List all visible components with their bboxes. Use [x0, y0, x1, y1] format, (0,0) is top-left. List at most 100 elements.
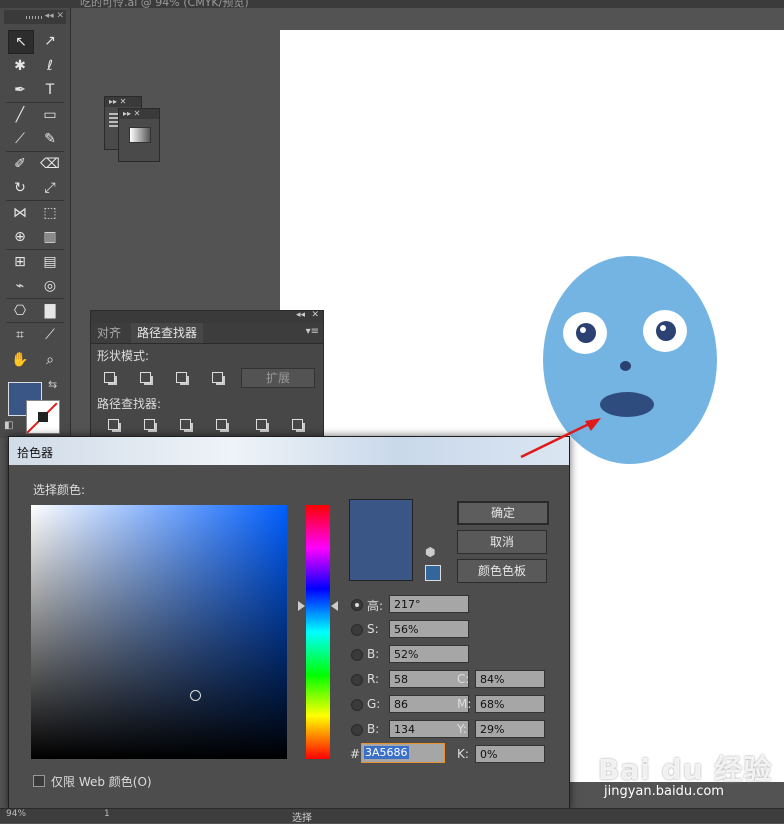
hex-value: 3A5686	[364, 746, 409, 759]
slice-tool-icon[interactable]: ⟋	[38, 324, 62, 346]
lasso-tool-icon[interactable]: ℓ	[38, 55, 62, 77]
hue-label: 高:	[367, 599, 384, 613]
tool-separator	[6, 322, 64, 323]
tool-separator	[6, 150, 64, 152]
selection-tool-icon[interactable]: ↖	[8, 30, 34, 54]
brightness-radio[interactable]	[351, 649, 363, 661]
yellow-input[interactable]: 29%	[475, 720, 545, 738]
saturation-radio[interactable]	[351, 624, 363, 636]
expand-button[interactable]: 扩展	[241, 368, 315, 388]
gradient-tool-icon[interactable]: ▤	[38, 251, 62, 273]
annotation-arrow-icon	[520, 418, 601, 459]
nose-shape[interactable]	[620, 361, 631, 371]
zoom-tool-icon[interactable]: ⌕	[38, 349, 62, 371]
green-radio[interactable]	[351, 699, 363, 711]
outline-button[interactable]	[251, 415, 271, 433]
panel-header[interactable]: ▸▸ ✕	[105, 97, 141, 107]
yellow-label: Y:	[457, 722, 467, 736]
direct-selection-tool-icon[interactable]: ↗	[38, 30, 62, 52]
pencil-tool-icon[interactable]: ✎	[38, 128, 62, 150]
minus-front-button[interactable]	[135, 368, 155, 386]
rotate-tool-icon[interactable]: ↻	[8, 177, 32, 199]
left-eye[interactable]	[563, 312, 607, 354]
divide-button[interactable]	[103, 415, 123, 433]
tool-separator	[6, 297, 64, 299]
web-safe-color-swatch[interactable]	[425, 565, 441, 581]
scale-tool-icon[interactable]: ⤢	[38, 177, 62, 199]
tab-align[interactable]: 对齐	[91, 323, 127, 343]
hue-arrow-left-icon[interactable]	[298, 601, 305, 611]
trim-button[interactable]	[139, 415, 159, 433]
red-radio[interactable]	[351, 674, 363, 686]
magenta-input[interactable]: 68%	[475, 695, 545, 713]
zoom-level[interactable]: 94%	[6, 809, 26, 819]
color-swatches-button[interactable]: 颜色色板	[457, 559, 547, 583]
cyan-input[interactable]: 84%	[475, 670, 545, 688]
mouth-shape[interactable]	[600, 392, 654, 417]
hue-arrow-right-icon[interactable]	[331, 601, 338, 611]
dialog-title-bar[interactable]: 拾色器	[9, 437, 569, 465]
default-colors-icon[interactable]: ◧	[4, 420, 13, 431]
paintbrush-tool-icon[interactable]: ⟋	[8, 128, 32, 150]
eyedropper-tool-icon[interactable]: ⌁	[8, 275, 32, 297]
toolbox-grip[interactable]: ◂◂ ✕	[4, 10, 66, 24]
web-colors-only-checkbox[interactable]	[33, 775, 45, 787]
cancel-button[interactable]: 取消	[457, 530, 547, 554]
saturation-brightness-field[interactable]	[31, 505, 287, 759]
panel-menu-icon[interactable]: ▾≡	[306, 326, 319, 337]
shape-builder-tool-icon[interactable]: ⊕	[8, 226, 32, 248]
eraser-tool-icon[interactable]: ⌫	[38, 153, 62, 175]
collapse-icon[interactable]: ◂◂ ✕	[45, 11, 64, 21]
symbol-sprayer-tool-icon[interactable]: ⎔	[8, 300, 32, 322]
black-input[interactable]: 0%	[475, 745, 545, 763]
hand-tool-icon[interactable]: ✋	[8, 349, 32, 371]
exclude-button[interactable]	[207, 368, 227, 386]
tab-pathfinder[interactable]: 路径查找器	[131, 323, 204, 343]
crop-button[interactable]	[211, 415, 231, 433]
status-bar: 94% 1 选择	[0, 808, 784, 824]
right-eye[interactable]	[643, 310, 687, 352]
blue-radio[interactable]	[351, 724, 363, 736]
color-picker-dialog: 拾色器 选择颜色: ⬢ 确定 取消 颜色色板 高: 217° S: 56% B:…	[8, 436, 570, 810]
brightness-input[interactable]: 52%	[389, 645, 469, 663]
pen-tool-icon[interactable]: ✒	[8, 79, 32, 101]
document-tab[interactable]: 吃的可怜.ai @ 94% (CMYK/预览)	[0, 0, 784, 9]
column-graph-tool-icon[interactable]: ▇	[38, 300, 62, 322]
baidu-watermark-logo: Bai du 经验	[598, 753, 773, 786]
merge-button[interactable]	[175, 415, 195, 433]
swap-fill-stroke-icon[interactable]: ⇆	[48, 378, 57, 391]
ok-button[interactable]: 确定	[457, 501, 549, 525]
magic-wand-tool-icon[interactable]: ✱	[8, 55, 32, 77]
new-color-preview	[349, 499, 413, 581]
gamut-warning-cube-icon[interactable]: ⬢	[425, 545, 435, 559]
panel-tabs: 对齐 路径查找器 ▾≡	[91, 323, 323, 344]
saturation-input[interactable]: 56%	[389, 620, 469, 638]
panel-header[interactable]: ▸▸ ✕	[119, 109, 159, 119]
hue-radio[interactable]	[351, 599, 363, 611]
hex-input[interactable]: 3A5686	[361, 743, 445, 763]
unite-button[interactable]	[99, 368, 119, 386]
line-tool-icon[interactable]: ╱	[8, 104, 32, 126]
floating-panel-2[interactable]: ▸▸ ✕	[118, 108, 160, 162]
blob-brush-tool-icon[interactable]: ✐	[8, 153, 32, 175]
page-number[interactable]: 1	[104, 809, 110, 819]
gradient-panel-icon	[129, 127, 151, 143]
toolbox-panel: ◂◂ ✕ ↖ ↗ ✱ ℓ ✒ T ╱ ▭ ⟋ ✎ ✐ ⌫ ↻ ⤢ ⋈ ⬚ ⊕ ▥ ⊞ ▤ ⌁ ◎ ⎔ ▇ ⌗ ⟋ ✋ ⌕	[0, 8, 71, 438]
watermark-url: jingyan.baidu.com	[604, 784, 724, 799]
artboard-tool-icon[interactable]: ⌗	[8, 324, 32, 346]
free-transform-tool-icon[interactable]: ⬚	[38, 202, 62, 224]
graph-tool-icon[interactable]: ▥	[38, 226, 62, 248]
color-cursor[interactable]	[190, 690, 201, 701]
rectangle-tool-icon[interactable]: ▭	[38, 104, 62, 126]
mesh-tool-icon[interactable]: ⊞	[8, 251, 32, 273]
width-tool-icon[interactable]: ⋈	[8, 202, 32, 224]
type-tool-icon[interactable]: T	[38, 79, 62, 101]
magenta-label: M:	[457, 697, 472, 711]
minus-back-button[interactable]	[287, 415, 307, 433]
intersect-button[interactable]	[171, 368, 191, 386]
tool-separator	[6, 248, 64, 250]
panel-top-bar[interactable]: ◂◂ ✕	[91, 310, 323, 323]
hue-input[interactable]: 217°	[389, 595, 469, 613]
hue-slider[interactable]	[306, 505, 330, 759]
blend-tool-icon[interactable]: ◎	[38, 275, 62, 297]
